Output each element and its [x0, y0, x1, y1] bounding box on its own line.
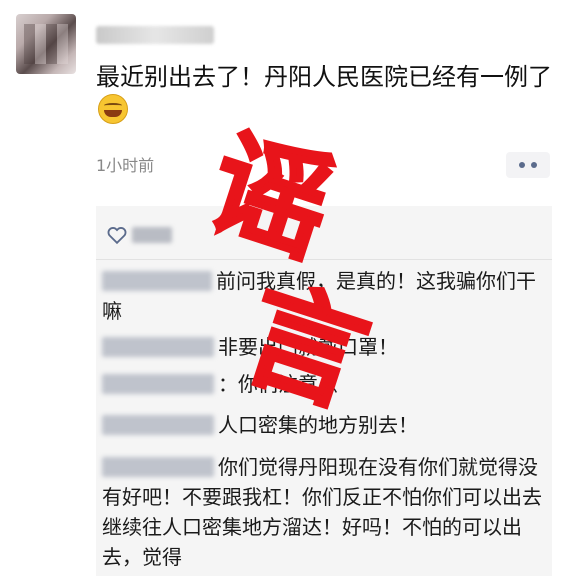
comment-text: 非要出门就戴口罩！ [218, 335, 398, 359]
comment-item[interactable]: 你们觉得丹阳现在没有你们就觉得没有好吧！不要跟我杠！你们反正不怕你们可以出去继续… [102, 452, 542, 572]
commenter-blurred [102, 415, 214, 435]
comments-section: 前问我真假，是真的！这我骗你们干嘛 非要出门就戴口罩！ ：你们注意点 人口密集的… [96, 206, 552, 576]
laughing-tears-emoji-icon [98, 94, 128, 124]
more-dots-icon [519, 162, 525, 168]
heart-outline-icon [107, 227, 127, 245]
comment-item[interactable]: ：你们注意点 [102, 369, 542, 399]
likers-blurred [132, 227, 172, 243]
comment-text: 人口密集的地方别去！ [218, 413, 418, 437]
post-text-content: 最近别出去了！丹阳人民医院已经有一例了 [96, 63, 552, 91]
commenter-blurred [102, 457, 214, 477]
post-text: 最近别出去了！丹阳人民医院已经有一例了 [96, 60, 556, 128]
comment-item[interactable]: 人口密集的地方别去！ [102, 410, 542, 440]
comment-item[interactable]: 非要出门就戴口罩！ [102, 332, 542, 362]
comment-item[interactable]: 前问我真假，是真的！这我骗你们干嘛 [102, 266, 542, 326]
more-options-button[interactable] [506, 152, 550, 178]
like-row[interactable] [106, 222, 172, 248]
commenter-blurred [102, 374, 214, 394]
comment-text: ：你们注意点 [218, 372, 338, 396]
avatar[interactable] [16, 14, 76, 74]
commenter-blurred [102, 271, 212, 291]
username-blurred[interactable] [96, 26, 214, 44]
commenter-blurred [102, 337, 214, 357]
divider [96, 259, 552, 260]
post-timestamp: 1小时前 [96, 156, 155, 175]
